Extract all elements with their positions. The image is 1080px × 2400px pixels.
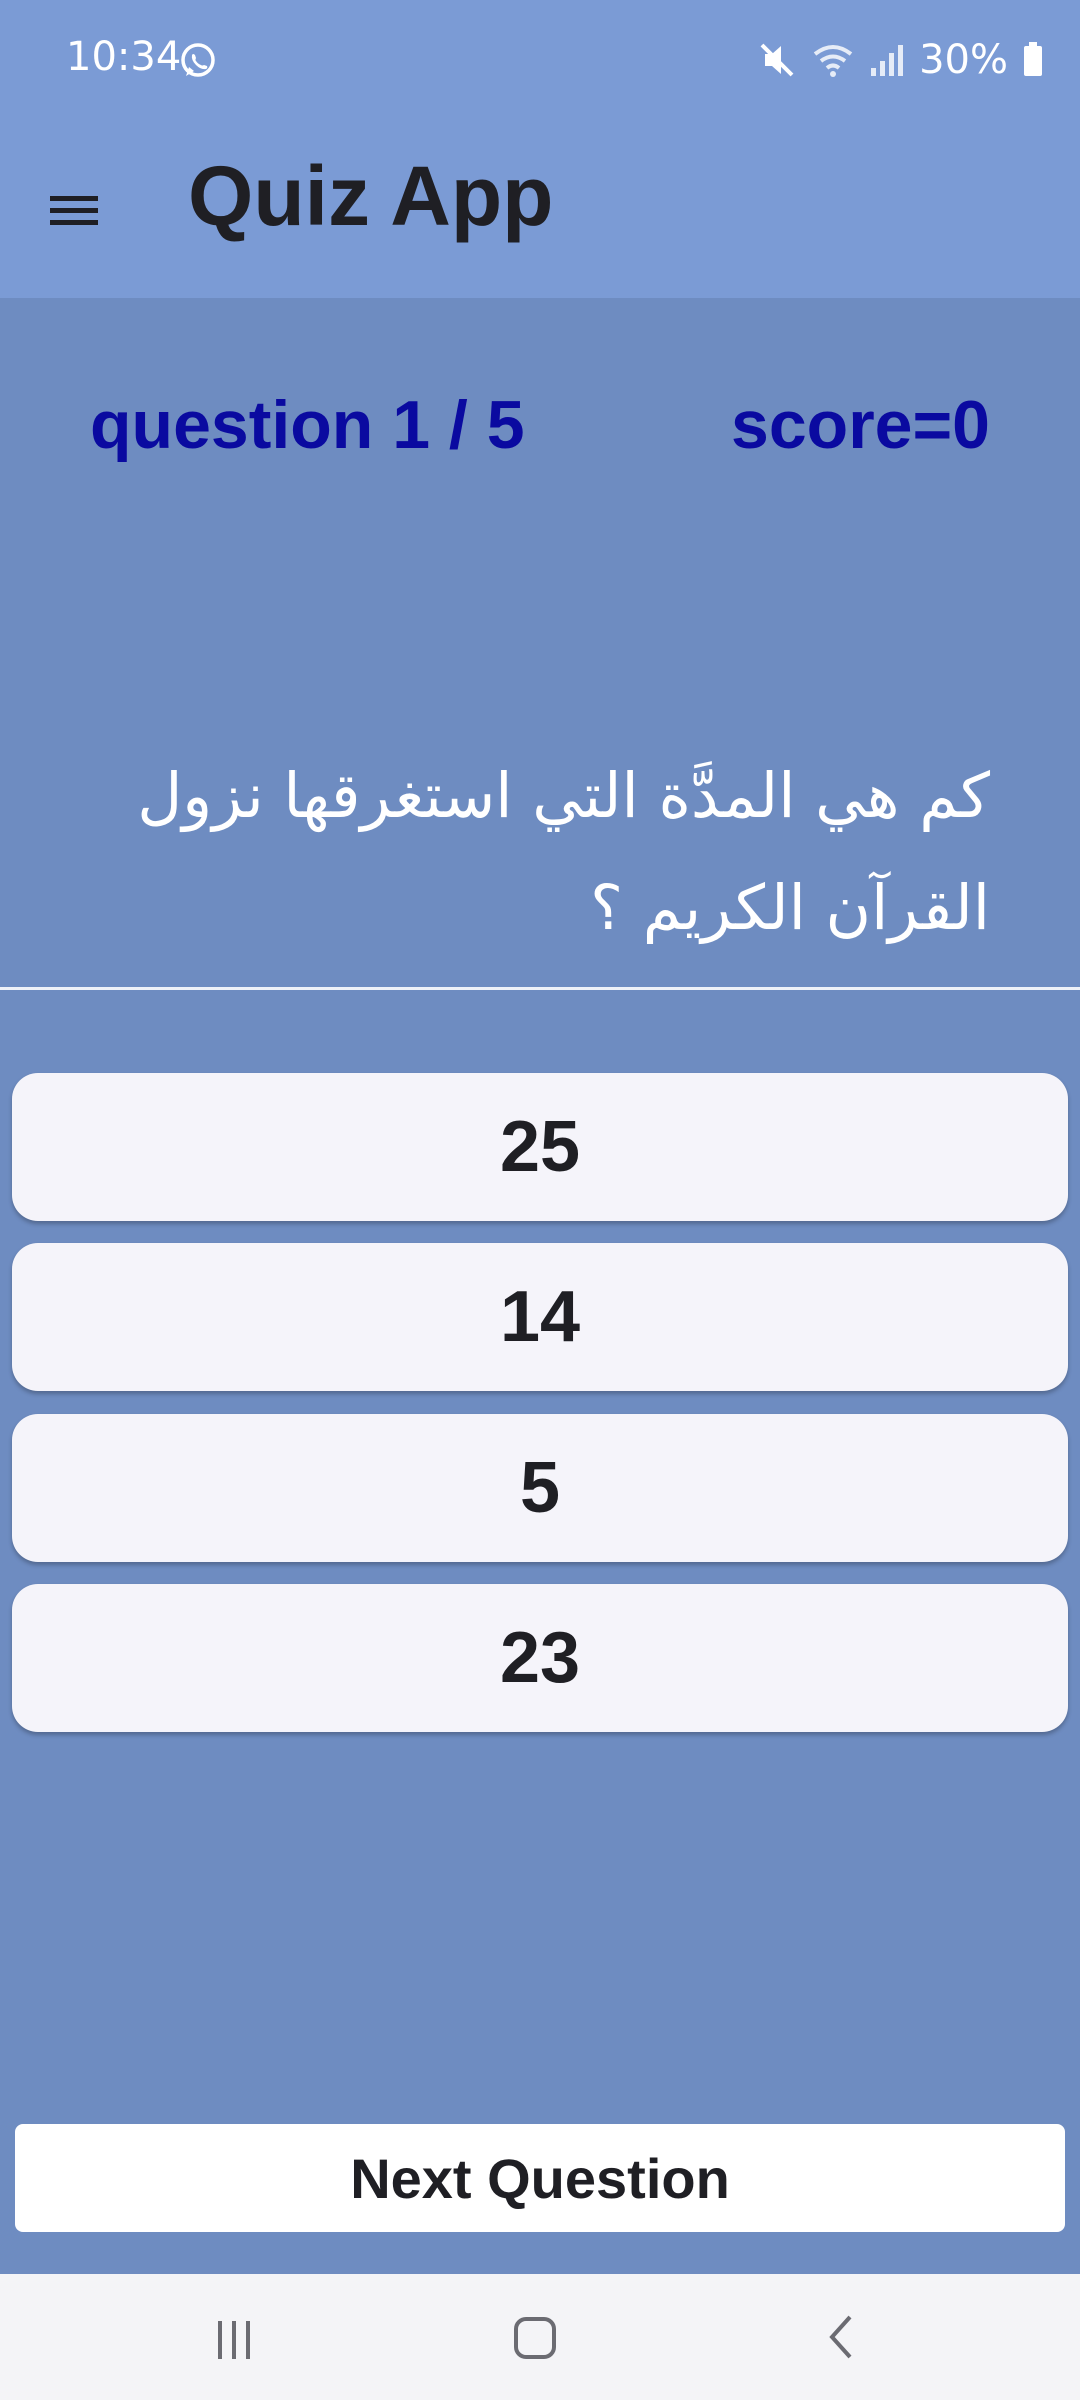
system-nav-bar: [0, 2274, 1080, 2400]
back-icon[interactable]: [800, 2304, 880, 2370]
wifi-icon: [813, 45, 853, 77]
signal-icon: [871, 45, 904, 76]
status-bar: 10:34 30%: [0, 0, 1080, 120]
answer-option-3[interactable]: 5: [12, 1414, 1068, 1562]
divider: [0, 987, 1080, 990]
question-text: كم هي المدَّة التي استغرقها نزول القرآن …: [137, 759, 990, 944]
battery-icon: [1024, 42, 1042, 76]
whatsapp-icon: [181, 43, 215, 77]
next-question-button[interactable]: Next Question: [15, 2124, 1065, 2232]
question-counter: question 1 / 5: [90, 387, 525, 463]
app-title: Quiz App: [188, 149, 554, 243]
recents-icon[interactable]: [194, 2304, 274, 2370]
app-bar: Quiz App: [0, 120, 1080, 298]
hamburger-menu-icon[interactable]: [46, 178, 102, 238]
status-time: 10:34: [66, 34, 182, 80]
status-icons: 30%: [757, 34, 1044, 86]
mute-icon: [760, 43, 794, 77]
answer-option-4[interactable]: 23: [12, 1584, 1068, 1732]
battery-percent: 30%: [919, 37, 1008, 83]
answer-option-1[interactable]: 25: [12, 1073, 1068, 1221]
score-label: score=0: [731, 387, 990, 463]
home-icon[interactable]: [496, 2304, 576, 2370]
answer-option-2[interactable]: 14: [12, 1243, 1068, 1391]
